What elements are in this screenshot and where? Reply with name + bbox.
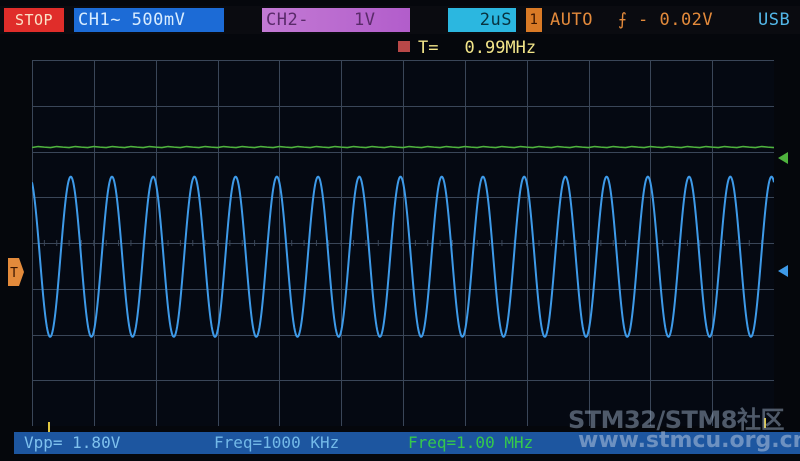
ch1-settings[interactable]: CH1~ 500mV	[74, 8, 224, 32]
waveform-svg	[32, 60, 774, 426]
period-readout: T= 0.99MHz	[398, 38, 536, 58]
rising-edge-icon[interactable]: ⨍	[618, 8, 627, 32]
freq-readout: Freq=1000 KHz	[214, 433, 340, 452]
vpp-readout: Vpp= 1.80V	[24, 433, 121, 452]
run-stop-indicator[interactable]: STOP	[4, 8, 64, 32]
ch2-settings[interactable]: CH2- 1V	[262, 8, 410, 32]
timebase-setting[interactable]: 2uS	[448, 8, 516, 32]
trigger-level[interactable]: - 0.02V	[638, 8, 713, 32]
measure-icon	[398, 40, 410, 52]
ch2-label: CH2-	[266, 10, 309, 30]
ch2-offset-marker[interactable]	[778, 152, 788, 164]
ch2-scale: 1V	[354, 10, 376, 30]
period-label: T=	[418, 38, 439, 58]
trigger-level-marker[interactable]: T	[8, 258, 24, 286]
trigger-mode[interactable]: AUTO	[550, 8, 593, 32]
period-value: 0.99MHz	[464, 38, 537, 58]
hw-freq-readout: Freq=1.00 MHz	[408, 433, 534, 452]
watermark-url: www.stmcu.org.cn	[578, 428, 800, 453]
status-bar: STOP CH1~ 500mV CH2- 1V 2uS 1 AUTO ⨍ - 0…	[0, 6, 800, 34]
waveform-plot	[32, 60, 774, 426]
ch1-offset-marker[interactable]	[778, 265, 788, 277]
trigger-marker-label: T	[10, 266, 18, 281]
oscilloscope-screen: STOP CH1~ 500mV CH2- 1V 2uS 1 AUTO ⨍ - 0…	[0, 0, 800, 461]
trigger-source-badge[interactable]: 1	[526, 8, 542, 32]
usb-indicator: USB	[758, 10, 791, 30]
